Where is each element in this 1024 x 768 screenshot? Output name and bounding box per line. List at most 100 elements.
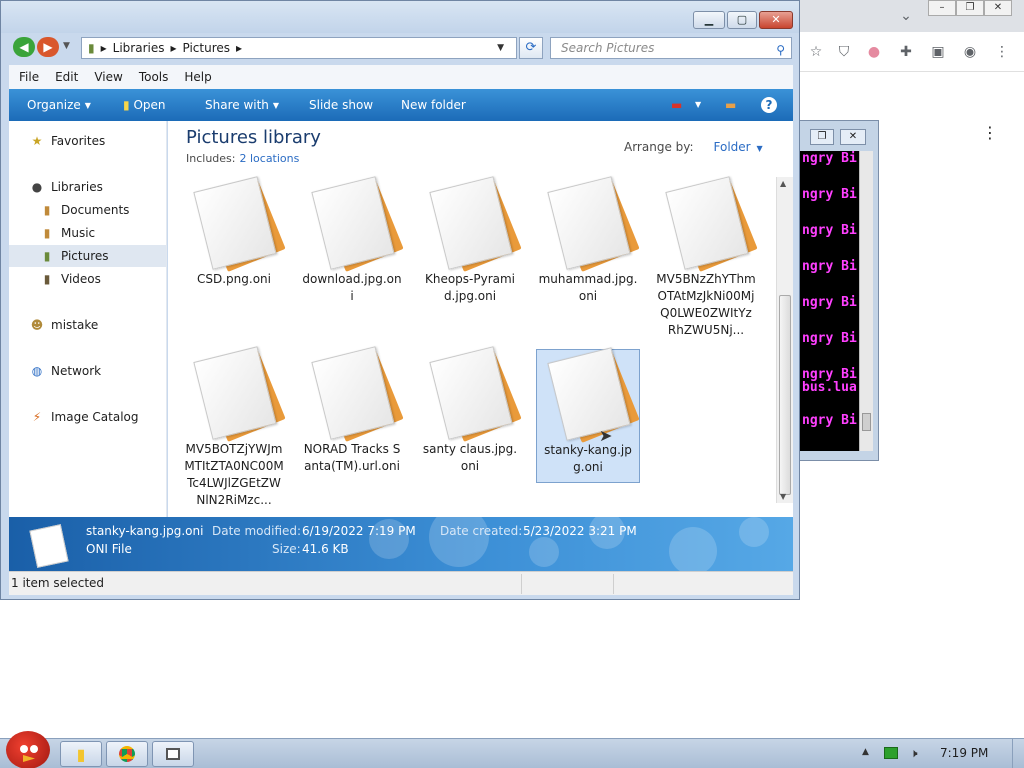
file-item[interactable]: santy claus.jpg.oni xyxy=(418,346,522,475)
file-item[interactable]: download.jpg.oni xyxy=(300,176,404,305)
extensions-puzzle-icon[interactable]: ✚ xyxy=(896,42,916,62)
file-item[interactable]: MV5BNzZhYThmOTAtMzJkNi00MjQ0LWE0ZWItYzRh… xyxy=(654,176,758,339)
content-scrollbar[interactable]: ▲ ▼ xyxy=(776,177,793,503)
bookmark-star-icon[interactable]: ☆ xyxy=(806,42,826,62)
nav-favorites[interactable]: ★ Favorites xyxy=(9,130,166,152)
tab-list-chevron-icon[interactable]: ⌄ xyxy=(896,6,916,26)
scroll-up-icon[interactable]: ▲ xyxy=(780,179,786,188)
arrange-dropdown[interactable]: Folder ▼ xyxy=(704,140,763,154)
nav-label: Pictures xyxy=(61,249,109,263)
extension-flag-icon[interactable]: ● xyxy=(864,42,884,62)
start-button-angry-bird-icon[interactable] xyxy=(6,731,50,768)
nav-libraries[interactable]: ● Libraries xyxy=(9,176,166,198)
file-icon xyxy=(186,346,286,442)
profile-avatar-icon[interactable]: ◉ xyxy=(960,42,980,62)
file-icon xyxy=(304,346,404,442)
file-item[interactable]: muhammad.jpg.oni xyxy=(536,176,640,305)
nav-mistake[interactable]: ☻ mistake xyxy=(9,314,166,336)
locations-link[interactable]: 2 locations xyxy=(239,152,299,165)
ublock-shield-icon[interactable]: ⛉ xyxy=(834,42,854,62)
show-hidden-icons-icon[interactable]: ▲ xyxy=(862,747,869,757)
file-icon xyxy=(540,347,640,443)
nav-image-catalog[interactable]: ⚡ Image Catalog xyxy=(9,406,166,428)
show-desktop-button[interactable] xyxy=(1012,739,1024,768)
page-kebab-menu-icon[interactable]: ⋮ xyxy=(980,122,1000,142)
organize-label: Organize xyxy=(27,98,81,112)
file-name: santy claus.jpg.oni xyxy=(422,442,518,473)
details-modified-value: 6/19/2022 7:19 PM xyxy=(302,524,416,538)
arrange-label: Arrange by: xyxy=(624,140,694,154)
console-close-button[interactable]: ✕ xyxy=(840,129,866,145)
open-button[interactable]: ▮ Open xyxy=(123,89,166,121)
maximize-button[interactable]: ▢ xyxy=(727,11,757,29)
browser-menu-icon[interactable]: ⋮ xyxy=(992,42,1012,62)
arrange-by: Arrange by: Folder ▼ xyxy=(624,140,763,154)
breadcrumb-separator-icon[interactable]: ▸ xyxy=(170,41,176,55)
preview-pane-icon[interactable]: ▬ xyxy=(725,89,736,121)
browser-toolbar: ☆ ⛉ ● ✚ ▣ ◉ ⋮ xyxy=(800,32,1024,72)
back-button[interactable]: ◀ xyxy=(13,37,35,57)
console-icon xyxy=(166,748,180,760)
console-scroll-thumb[interactable] xyxy=(862,413,871,431)
forward-button[interactable]: ▶ xyxy=(37,37,59,57)
decor-bubble xyxy=(669,527,717,571)
search-input[interactable]: Search Pictures ⚲ xyxy=(550,37,792,59)
file-item[interactable]: MV5BOTZjYWJmMTItZTA0NC00MTc4LWJlZGEtZWNl… xyxy=(182,346,286,509)
command-bar: Organize ▼ ▮ Open Share with ▼ Slide show … xyxy=(9,89,793,121)
slide-show-button[interactable]: Slide show xyxy=(309,89,373,121)
menu-bar: File Edit View Tools Help xyxy=(9,65,793,89)
recent-pages-chevron-icon[interactable]: ▼ xyxy=(63,41,70,51)
browser-tabbar: ⌄ – ❐ ✕ xyxy=(800,0,1024,32)
nav-network[interactable]: ◍ Network xyxy=(9,360,166,382)
console-restore-button[interactable]: ❐ xyxy=(810,129,834,145)
image-catalog-icon: ⚡ xyxy=(32,410,42,424)
taskbar-chrome-button[interactable] xyxy=(106,741,148,767)
menu-tools[interactable]: Tools xyxy=(139,70,169,84)
breadcrumb-libraries[interactable]: Libraries xyxy=(113,41,165,55)
decor-bubble xyxy=(529,537,559,567)
nav-music[interactable]: ▮ Music xyxy=(9,222,166,244)
nav-documents[interactable]: ▮ Documents xyxy=(9,199,166,221)
menu-help[interactable]: Help xyxy=(184,70,211,84)
scroll-thumb[interactable] xyxy=(779,295,791,495)
nav-videos[interactable]: ▮ Videos xyxy=(9,268,166,290)
minimize-button[interactable]: ▁ xyxy=(693,11,725,29)
address-bar[interactable]: ▮ ▸ Libraries ▸ Pictures ▸ ▼ xyxy=(81,37,517,59)
new-folder-button[interactable]: New folder xyxy=(401,89,466,121)
address-dropdown-icon[interactable]: ▼ xyxy=(497,43,504,53)
organize-button[interactable]: Organize ▼ xyxy=(27,89,91,121)
taskbar-explorer-button[interactable]: ▮ xyxy=(60,741,102,767)
battery-icon[interactable] xyxy=(884,747,898,759)
details-created-value: 5/23/2022 3:21 PM xyxy=(523,524,637,538)
browser-restore-button[interactable]: ❐ xyxy=(956,0,984,16)
close-button[interactable]: ✕ xyxy=(759,11,793,29)
file-item[interactable]: CSD.png.oni xyxy=(182,176,286,288)
console-scrollbar[interactable] xyxy=(859,151,873,451)
breadcrumb-separator-icon[interactable]: ▸ xyxy=(101,41,107,55)
decor-bubble xyxy=(739,517,769,547)
menu-view[interactable]: View xyxy=(94,70,122,84)
taskbar-console-button[interactable] xyxy=(152,741,194,767)
view-options-chevron-icon[interactable]: ▼ xyxy=(695,89,701,121)
breadcrumb-separator-icon[interactable]: ▸ xyxy=(236,41,242,55)
volume-icon[interactable]: 🕨 xyxy=(910,746,918,761)
browser-close-button[interactable]: ✕ xyxy=(984,0,1012,16)
taskbar-clock[interactable]: 7:19 PM xyxy=(940,746,988,760)
help-icon[interactable]: ? xyxy=(761,97,777,113)
nav-pictures[interactable]: ▮ Pictures xyxy=(9,245,166,267)
browser-minimize-button[interactable]: – xyxy=(928,0,956,16)
refresh-button[interactable]: ⟳ xyxy=(519,37,543,59)
menu-edit[interactable]: Edit xyxy=(55,70,78,84)
scroll-down-icon[interactable]: ▼ xyxy=(780,492,786,501)
file-item[interactable]: NORAD Tracks Santa(TM).url.oni xyxy=(300,346,404,475)
status-divider xyxy=(521,574,522,594)
file-item-selected[interactable]: stanky-kang.jpg.oni ➤ xyxy=(536,347,640,483)
share-with-button[interactable]: Share with ▼ xyxy=(205,89,279,121)
explorer-window: ▁ ▢ ✕ ◀ ▶ ▼ ▮ ▸ Libraries ▸ Pictures ▸ ▼… xyxy=(0,0,800,600)
side-panel-icon[interactable]: ▣ xyxy=(928,42,948,62)
menu-file[interactable]: File xyxy=(19,70,39,84)
change-view-icon[interactable]: ▬ xyxy=(671,89,682,121)
file-item[interactable]: Kheops-Pyramid.jpg.oni xyxy=(418,176,522,305)
breadcrumb-pictures[interactable]: Pictures xyxy=(183,41,231,55)
search-icon[interactable]: ⚲ xyxy=(776,40,785,60)
